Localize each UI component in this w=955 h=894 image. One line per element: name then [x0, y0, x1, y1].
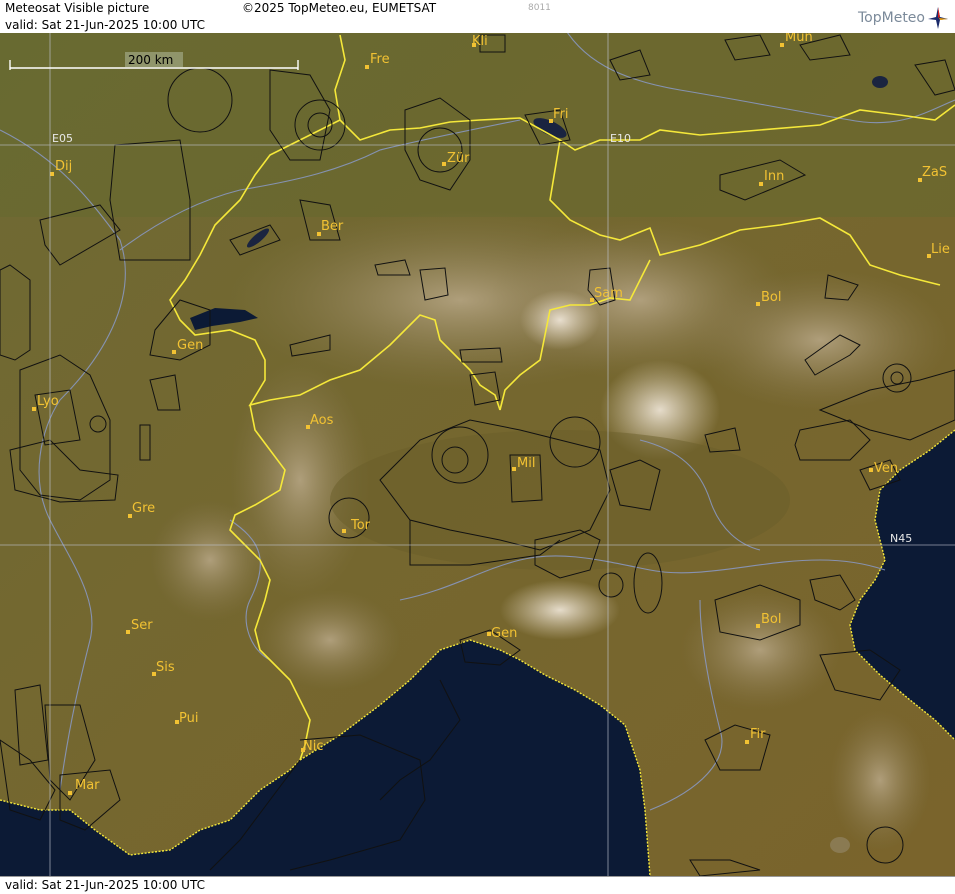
- map-title: Meteosat Visible picture: [5, 1, 150, 15]
- label-pui: Pui: [179, 711, 198, 726]
- copyright: ©2025 TopMeteo.eu, EUMETSAT: [242, 1, 437, 15]
- footer-valid-time: valid: Sat 21-Jun-2025 10:00 UTC: [5, 878, 205, 892]
- label-fir: Fir: [750, 727, 766, 742]
- label-sam: Sam: [594, 286, 623, 301]
- label-fri: Fri: [553, 107, 569, 122]
- label-lyo: Lyo: [37, 394, 59, 409]
- satellite-map[interactable]: Kli Mun Fre Fri Dij Zür Inn ZaS Ber Lie …: [0, 0, 955, 893]
- header-bar: Meteosat Visible picture ©2025 TopMeteo.…: [0, 0, 955, 18]
- grid-label-e05: E05: [52, 132, 73, 145]
- label-kli: Kli: [472, 34, 488, 49]
- label-lie: Lie: [931, 242, 950, 257]
- lake-chiemsee: [872, 76, 888, 88]
- grid-label-e10: E10: [610, 132, 631, 145]
- label-bol-north: Bol: [761, 290, 781, 305]
- label-mil: Mil: [517, 456, 535, 471]
- label-aos: Aos: [310, 413, 334, 428]
- scale-label: 200 km: [128, 53, 173, 67]
- label-mar: Mar: [75, 778, 100, 793]
- label-gre: Gre: [132, 501, 155, 516]
- valid-bar: valid: Sat 21-Jun-2025 10:00 UTC: [0, 17, 955, 33]
- label-gen-it: Gen: [491, 626, 517, 641]
- label-ven: Ven: [874, 461, 898, 476]
- label-ser: Ser: [131, 618, 153, 633]
- label-bol-south: Bol: [761, 612, 781, 627]
- compass-icon: [928, 7, 948, 29]
- valid-time: valid: Sat 21-Jun-2025 10:00 UTC: [5, 18, 205, 32]
- label-gen-ch: Gen: [177, 338, 203, 353]
- label-zur: Zür: [447, 151, 470, 166]
- brand-name: TopMeteo: [858, 10, 925, 26]
- label-fre: Fre: [370, 52, 390, 67]
- label-inn: Inn: [764, 169, 784, 184]
- label-tor: Tor: [350, 518, 371, 533]
- island: [830, 837, 850, 853]
- label-nic: Nic: [303, 739, 323, 754]
- footer-bar: valid: Sat 21-Jun-2025 10:00 UTC: [0, 876, 955, 894]
- label-sis: Sis: [156, 660, 175, 675]
- grid-label-n45: N45: [890, 532, 912, 545]
- label-ber: Ber: [321, 219, 344, 234]
- label-dij: Dij: [55, 159, 72, 174]
- label-zas: ZaS: [922, 165, 947, 180]
- topmeteo-logo[interactable]: TopMeteo: [858, 6, 949, 30]
- image-code: 8011: [528, 3, 551, 13]
